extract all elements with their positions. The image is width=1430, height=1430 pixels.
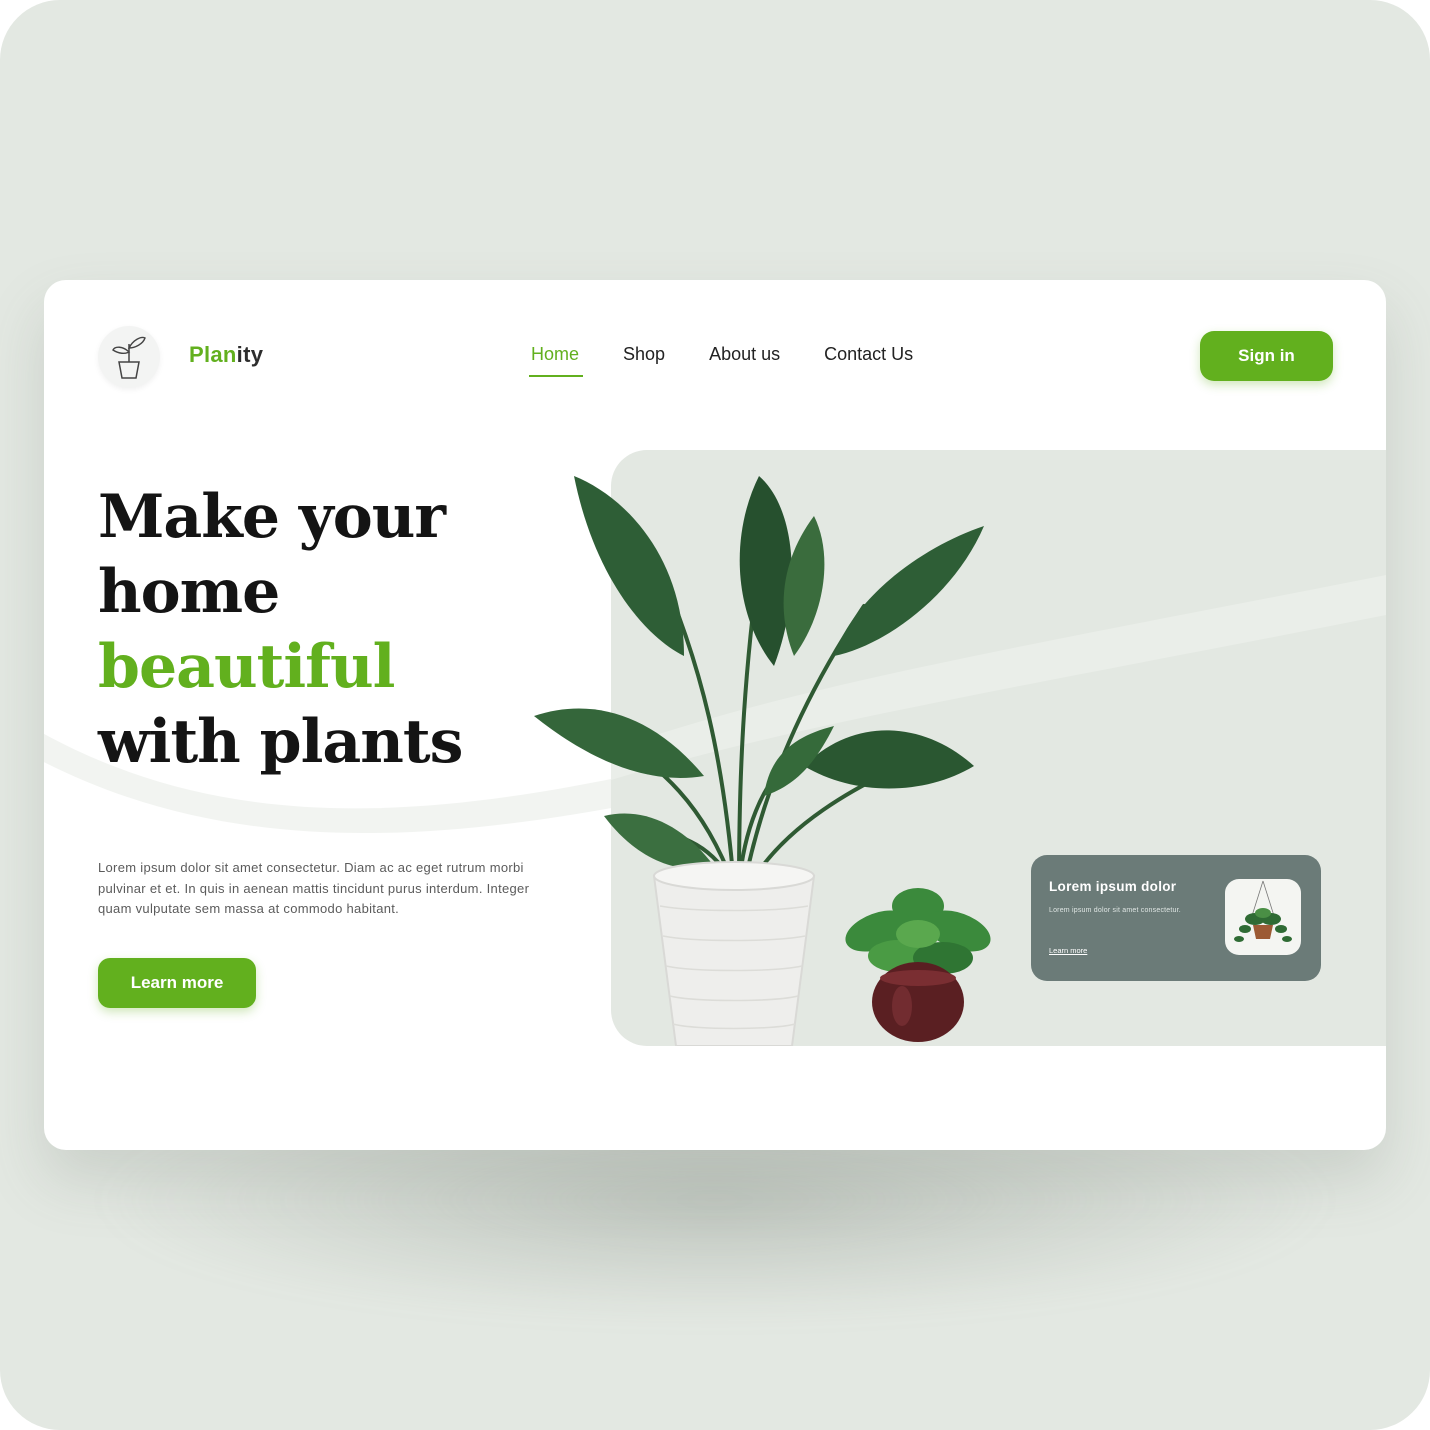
brand-name-accent: Plan [189,342,237,367]
learn-more-button[interactable]: Learn more [98,958,256,1008]
hero-description: Lorem ipsum dolor sit amet consectetur. … [98,860,530,916]
headline-line-2: home [98,557,280,627]
headline-line-1: Make your [98,482,446,552]
nav-item-home[interactable]: Home [528,344,584,377]
featured-product-description: Lorem ipsum dolor sit amet consectetur. [1049,907,1181,914]
featured-product-link[interactable]: Learn more [1049,946,1087,955]
backdrop: Planity Home Shop About us Contact Us Si… [0,0,1430,1430]
nav-item-contact-us[interactable]: Contact Us [824,344,913,365]
plant-pot-icon [112,336,146,379]
headline-line-4: with plants [98,707,463,777]
main-nav: Home Shop About us Contact Us [528,344,913,377]
featured-product-title: Lorem ipsum dolor [1049,879,1177,894]
featured-product-card[interactable]: Lorem ipsum dolor Lorem ipsum dolor sit … [1031,855,1321,981]
hanging-plant-thumbnail [1225,879,1301,955]
nav-item-shop[interactable]: Shop [623,344,665,365]
peperomia-plant-image [845,888,991,1042]
brand-name[interactable]: Planity [189,342,263,368]
brand-name-rest: ity [236,342,264,367]
sign-in-button[interactable]: Sign in [1200,331,1333,381]
headline-line-3-accent: beautiful [98,632,395,702]
nav-item-about-us[interactable]: About us [709,344,780,365]
landing-page-card: Planity Home Shop About us Contact Us Si… [44,280,1386,1150]
hero-headline: Make your home beautiful with plants [98,480,463,780]
logo[interactable] [98,326,160,388]
